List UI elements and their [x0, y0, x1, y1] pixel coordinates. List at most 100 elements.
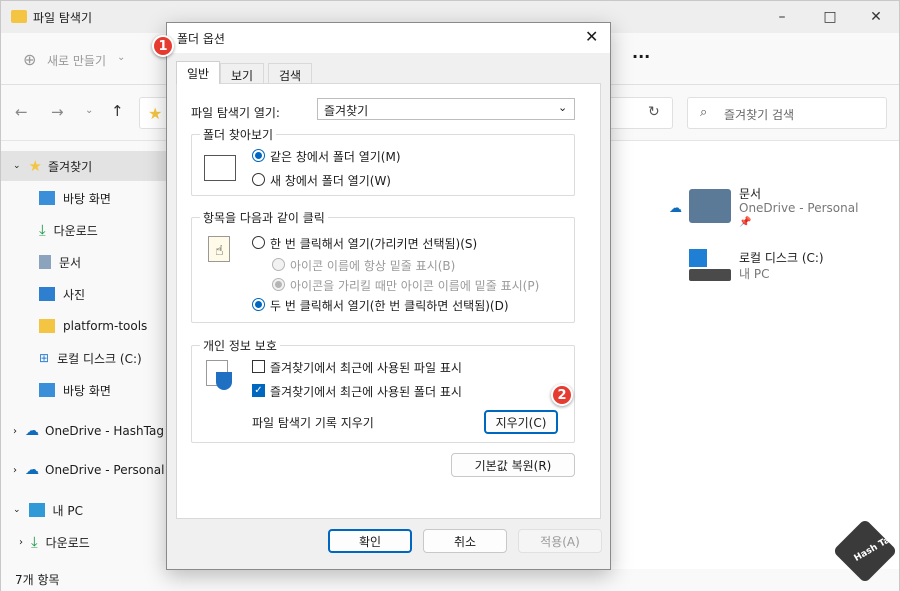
- recent-folders-checkbox[interactable]: ✓: [252, 384, 265, 397]
- drive-icon: [689, 249, 731, 283]
- item-count: 7개 항목: [15, 573, 60, 587]
- search-input[interactable]: 즐겨찾기 검색: [724, 106, 794, 123]
- forward-arrow-icon[interactable]: →: [51, 103, 64, 121]
- click-items-group: 항목을 다음과 같이 클릭 ☝ 한 번 클릭해서 열기(가리키면 선택됨)(S)…: [191, 209, 575, 323]
- nav-label: 로컬 디스크 (C:): [57, 351, 142, 366]
- step-marker-2: 2: [551, 384, 573, 406]
- refresh-icon[interactable]: ↻: [648, 104, 660, 120]
- download-icon: ⤓: [39, 221, 46, 239]
- status-bar: 7개 항목: [1, 569, 899, 591]
- underline-always-label: 아이콘 이름에 항상 밑줄 표시(B): [290, 259, 456, 273]
- cloud-icon: ☁: [25, 462, 39, 478]
- group-title: 개인 정보 보호: [200, 337, 280, 354]
- dialog-title-bar: 폴더 옵션 ✕: [167, 23, 610, 53]
- browse-new-radio[interactable]: [252, 173, 265, 186]
- navigation-pane: ⌄ ★ 즐겨찾기 바탕 화면 ⤓ 다운로드 문서 사진 platform-too…: [1, 141, 179, 571]
- cloud-status-icon: ☁: [669, 201, 682, 216]
- windows-drive-icon: ⊞: [39, 351, 50, 365]
- new-button[interactable]: 새로 만들기: [47, 52, 106, 69]
- more-options-button[interactable]: ···: [632, 47, 650, 66]
- open-explorer-value: 즐겨찾기: [324, 104, 369, 118]
- browse-new-label[interactable]: 새 창에서 폴더 열기(W): [270, 172, 391, 189]
- browse-same-radio[interactable]: [252, 149, 265, 162]
- cancel-button[interactable]: 취소: [423, 529, 507, 553]
- window-title: 파일 탐색기: [33, 11, 93, 25]
- pointer-icon: ☝: [215, 243, 224, 259]
- chevron-down-icon: ⌄: [558, 101, 568, 114]
- plus-icon: ⊕: [23, 50, 37, 69]
- double-click-label[interactable]: 두 번 클릭해서 열기(한 번 클릭하면 선택됨)(D): [270, 297, 509, 314]
- item-name[interactable]: 로컬 디스크 (C:): [739, 249, 824, 266]
- tab-view[interactable]: 보기: [220, 63, 265, 85]
- privacy-icon: [206, 360, 234, 392]
- nav-label: 내 PC: [52, 503, 84, 518]
- item-name[interactable]: 문서: [739, 185, 761, 202]
- recent-files-checkbox[interactable]: [252, 360, 265, 373]
- apply-button: 적용(A): [518, 529, 602, 553]
- single-click-radio[interactable]: [252, 236, 265, 249]
- recent-files-label[interactable]: 즐겨찾기에서 최근에 사용된 파일 표시: [270, 359, 462, 376]
- recent-chevron-icon[interactable]: ⌄: [85, 105, 93, 116]
- nav-label: 바탕 화면: [63, 383, 111, 398]
- star-icon: ★: [148, 104, 163, 123]
- underline-hover-radio: [272, 278, 285, 291]
- maximize-button[interactable]: □: [807, 1, 853, 33]
- pin-icon: 📌: [739, 217, 752, 228]
- cloud-icon: ☁: [25, 423, 39, 439]
- up-arrow-icon[interactable]: ↑: [111, 102, 124, 120]
- back-arrow-icon[interactable]: ←: [15, 103, 28, 121]
- group-title: 폴더 찾아보기: [200, 126, 277, 143]
- chevron-down-icon: ⌄: [13, 161, 21, 171]
- folder-options-dialog: 폴더 옵션 ✕ 일반 보기 검색 파일 탐색기 열기: 즐겨찾기 ⌄ 폴더 찾아…: [166, 22, 611, 570]
- folder-icon: [39, 319, 55, 333]
- item-sub: OneDrive - Personal: [739, 201, 859, 215]
- nav-item-this-pc[interactable]: ⌄ 내 PC: [1, 495, 177, 525]
- dialog-close-button[interactable]: ✕: [585, 27, 598, 46]
- nav-label: 다운로드: [53, 223, 98, 238]
- single-click-label[interactable]: 한 번 클릭해서 열기(가리키면 선택됨)(S): [270, 235, 477, 252]
- folder-icon: [11, 10, 27, 23]
- underline-hover-label: 아이콘을 가리킬 때만 아이콘 이름에 밑줄 표시(P): [290, 279, 540, 293]
- dialog-title: 폴더 옵션: [177, 32, 225, 46]
- close-window-button[interactable]: ✕: [853, 1, 899, 33]
- open-explorer-label: 파일 탐색기 열기:: [191, 106, 280, 120]
- nav-label: platform-tools: [63, 319, 148, 333]
- restore-defaults-button[interactable]: 기본값 복원(R): [451, 453, 575, 477]
- chevron-right-icon: ›: [19, 536, 23, 548]
- open-explorer-select[interactable]: 즐겨찾기 ⌄: [317, 98, 575, 120]
- search-box[interactable]: ⌕ 즐겨찾기 검색: [687, 97, 887, 129]
- underline-always-radio: [272, 258, 285, 271]
- clear-history-label: 파일 탐색기 기록 지우기: [252, 416, 374, 430]
- chevron-down-icon: ⌄: [117, 52, 126, 63]
- group-title: 항목을 다음과 같이 클릭: [200, 209, 328, 226]
- privacy-group: 개인 정보 보호 즐겨찾기에서 최근에 사용된 파일 표시 ✓ 즐겨찾기에서 최…: [191, 337, 575, 443]
- disk-body: [689, 269, 731, 281]
- nav-item-onedrive-personal[interactable]: › ☁ OneDrive - Personal: [1, 455, 177, 485]
- double-click-radio[interactable]: [252, 298, 265, 311]
- tab-general[interactable]: 일반: [176, 61, 221, 84]
- chevron-right-icon: ›: [13, 464, 17, 476]
- step-marker-1: 1: [152, 35, 174, 57]
- desktop-icon: [39, 383, 55, 397]
- star-icon: ★: [28, 157, 42, 175]
- minimize-button[interactable]: –: [759, 1, 805, 33]
- shield-icon: [216, 372, 232, 390]
- nav-label: 바탕 화면: [63, 191, 111, 206]
- monitor-icon: [28, 503, 45, 517]
- nav-item-onedrive-hashtag[interactable]: › ☁ OneDrive - HashTag: [1, 416, 177, 446]
- desktop-icon: [39, 191, 55, 205]
- nav-label: 즐겨찾기: [48, 159, 93, 174]
- download-icon: ⤓: [31, 533, 38, 551]
- ok-button[interactable]: 확인: [328, 529, 412, 553]
- nav-label: OneDrive - Personal: [45, 463, 165, 477]
- nav-item-favorites[interactable]: ⌄ ★ 즐겨찾기: [1, 151, 177, 181]
- documents-folder-icon: [689, 189, 731, 223]
- browse-folders-group: 폴더 찾아보기 같은 창에서 폴더 열기(M) 새 창에서 폴더 열기(W): [191, 126, 575, 196]
- recent-folders-label[interactable]: 즐겨찾기에서 최근에 사용된 폴더 표시: [270, 383, 462, 400]
- clear-history-button[interactable]: 지우기(C): [484, 410, 558, 434]
- click-cursor-icon: ☝: [208, 236, 230, 262]
- browse-same-label[interactable]: 같은 창에서 폴더 열기(M): [270, 148, 401, 165]
- tab-search[interactable]: 검색: [268, 63, 313, 85]
- nav-label: OneDrive - HashTag: [45, 424, 164, 438]
- chevron-down-icon: ⌄: [13, 505, 21, 515]
